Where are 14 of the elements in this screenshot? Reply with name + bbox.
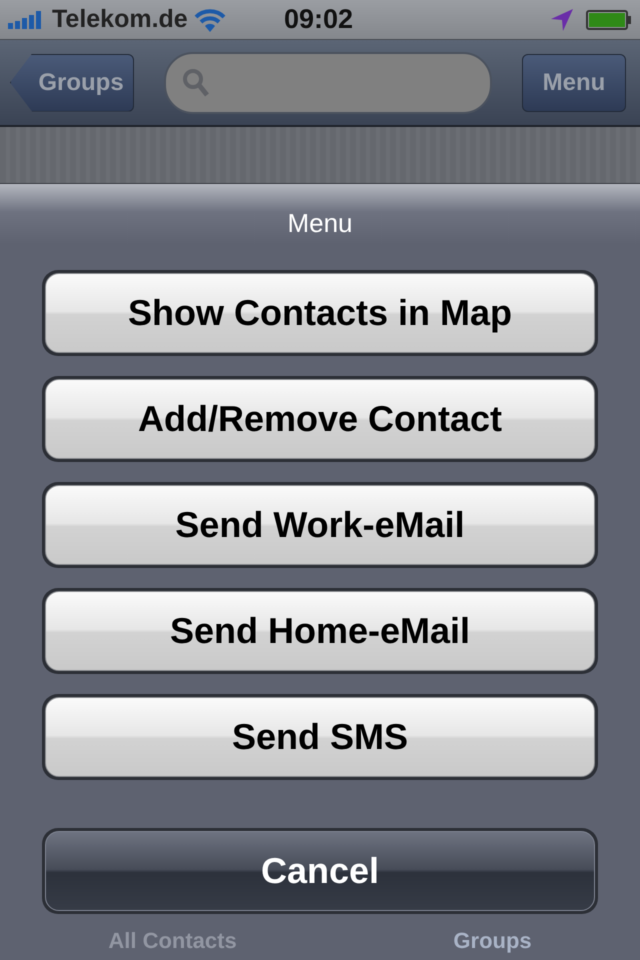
cancel-button[interactable]: Cancel	[45, 831, 595, 911]
action-button[interactable]: Send Work-eMail	[45, 485, 595, 565]
search-icon	[182, 68, 210, 98]
location-arrow-icon	[550, 8, 574, 32]
clock-time: 09:02	[284, 4, 354, 35]
action-button[interactable]: Send SMS	[45, 697, 595, 777]
carrier-name: Telekom.de	[52, 5, 188, 34]
battery-icon	[586, 10, 632, 30]
sheet-title: Menu	[287, 208, 353, 238]
wifi-icon	[194, 8, 226, 32]
search-field[interactable]	[164, 52, 492, 114]
action-button[interactable]: Show Contacts in Map	[45, 273, 595, 353]
action-button[interactable]: Add/Remove Contact	[45, 379, 595, 459]
action-button[interactable]: Send Home-eMail	[45, 591, 595, 671]
